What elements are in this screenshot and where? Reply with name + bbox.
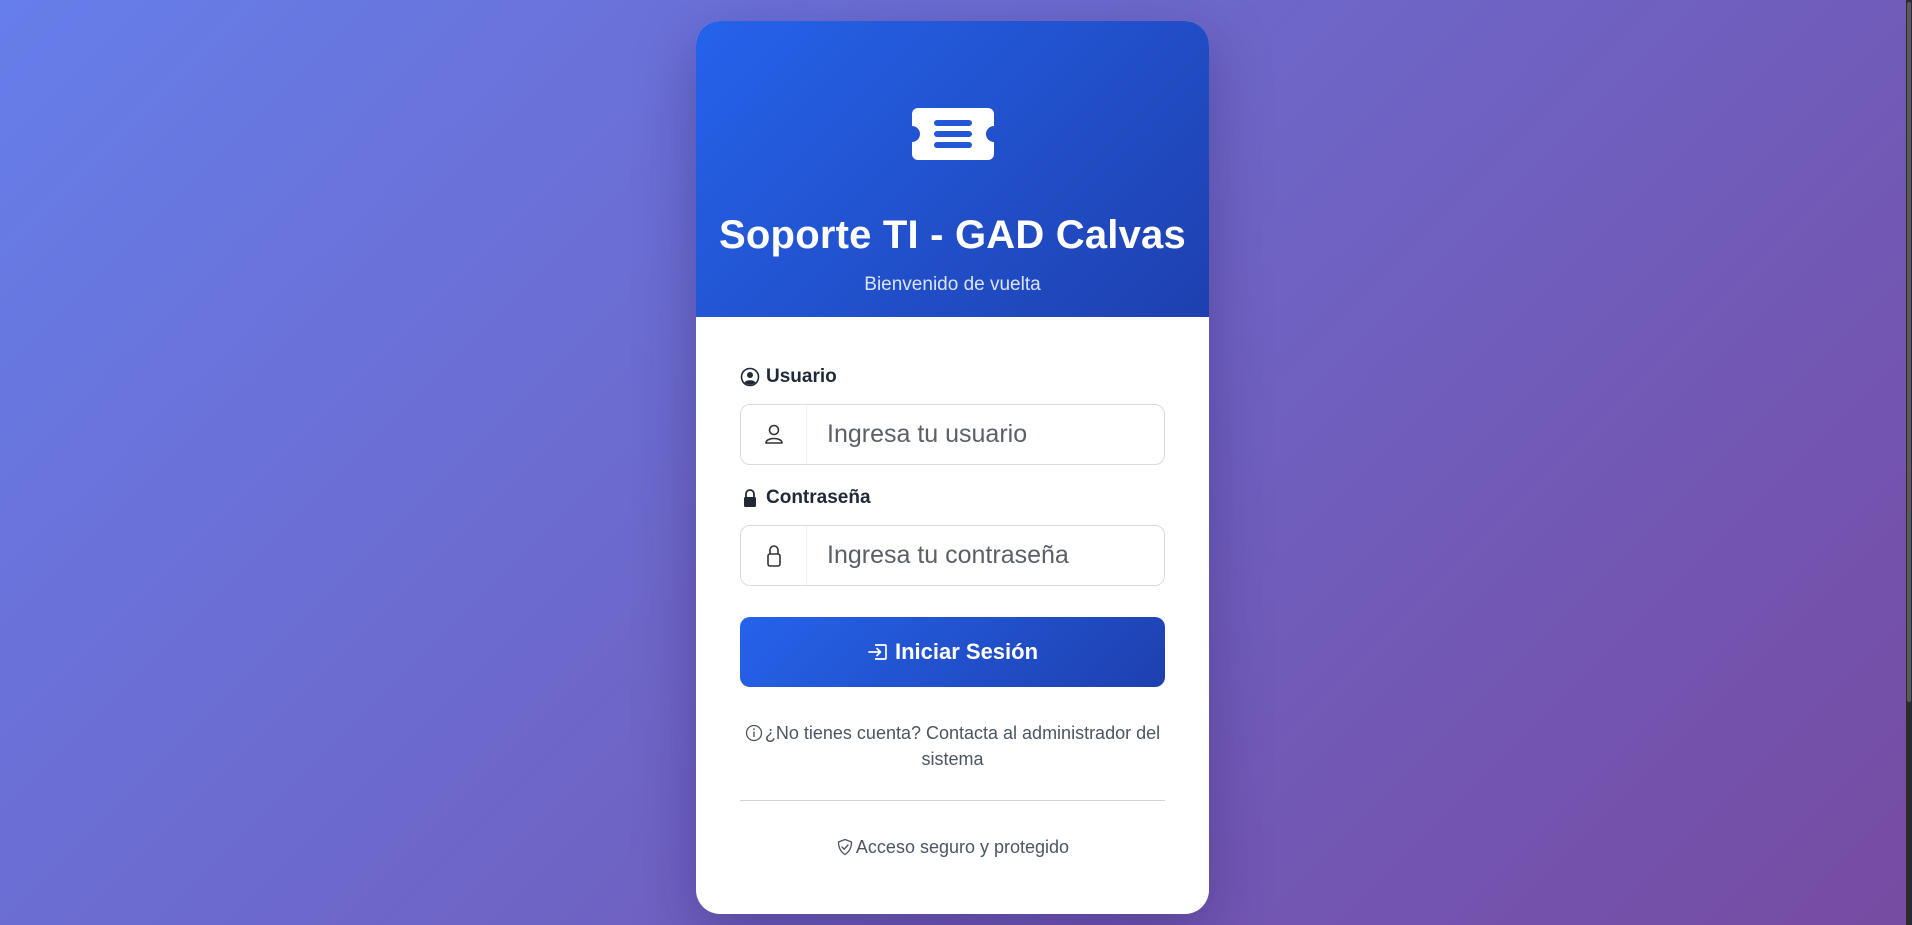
page-title: Soporte TI - GAD Calvas: [719, 213, 1186, 257]
lock-fill-icon: [744, 489, 756, 507]
divider: [740, 800, 1165, 801]
password-label: Contraseña: [740, 487, 871, 509]
password-input[interactable]: [807, 541, 1157, 570]
help-message: ¿No tienes cuenta? Contacta al administr…: [764, 723, 1161, 769]
login-form: Usuario Contraseña: [696, 317, 1209, 914]
box-arrow-in-right-icon: [868, 644, 887, 660]
person-icon: [764, 424, 783, 444]
lock-icon: [766, 544, 781, 567]
username-label: Usuario: [740, 366, 837, 388]
person-circle-icon: [740, 367, 760, 387]
password-addon: [741, 526, 807, 585]
scrollbar-thumb[interactable]: [1907, 2, 1911, 702]
password-label-text: Contraseña: [766, 487, 871, 508]
username-input[interactable]: [807, 420, 1157, 449]
username-field[interactable]: [740, 404, 1165, 465]
help-text: ¿No tienes cuenta? Contacta al administr…: [740, 720, 1165, 772]
login-card: Soporte TI - GAD Calvas Bienvenido de vu…: [696, 21, 1209, 914]
page-subtitle: Bienvenido de vuelta: [864, 274, 1041, 295]
secure-text: Acceso seguro y protegido: [855, 837, 1070, 857]
username-addon: [741, 405, 807, 464]
info-circle-icon: [745, 724, 763, 742]
password-field[interactable]: [740, 525, 1165, 586]
ticket-icon: [912, 108, 994, 160]
login-button-label: Iniciar Sesión: [894, 639, 1039, 664]
shield-check-icon: [837, 838, 853, 856]
login-button[interactable]: Iniciar Sesión: [740, 617, 1165, 687]
page-scrollbar[interactable]: [1906, 0, 1912, 925]
username-label-text: Usuario: [766, 366, 837, 387]
secure-note: Acceso seguro y protegido: [696, 837, 1209, 858]
login-header: Soporte TI - GAD Calvas Bienvenido de vu…: [696, 21, 1209, 317]
